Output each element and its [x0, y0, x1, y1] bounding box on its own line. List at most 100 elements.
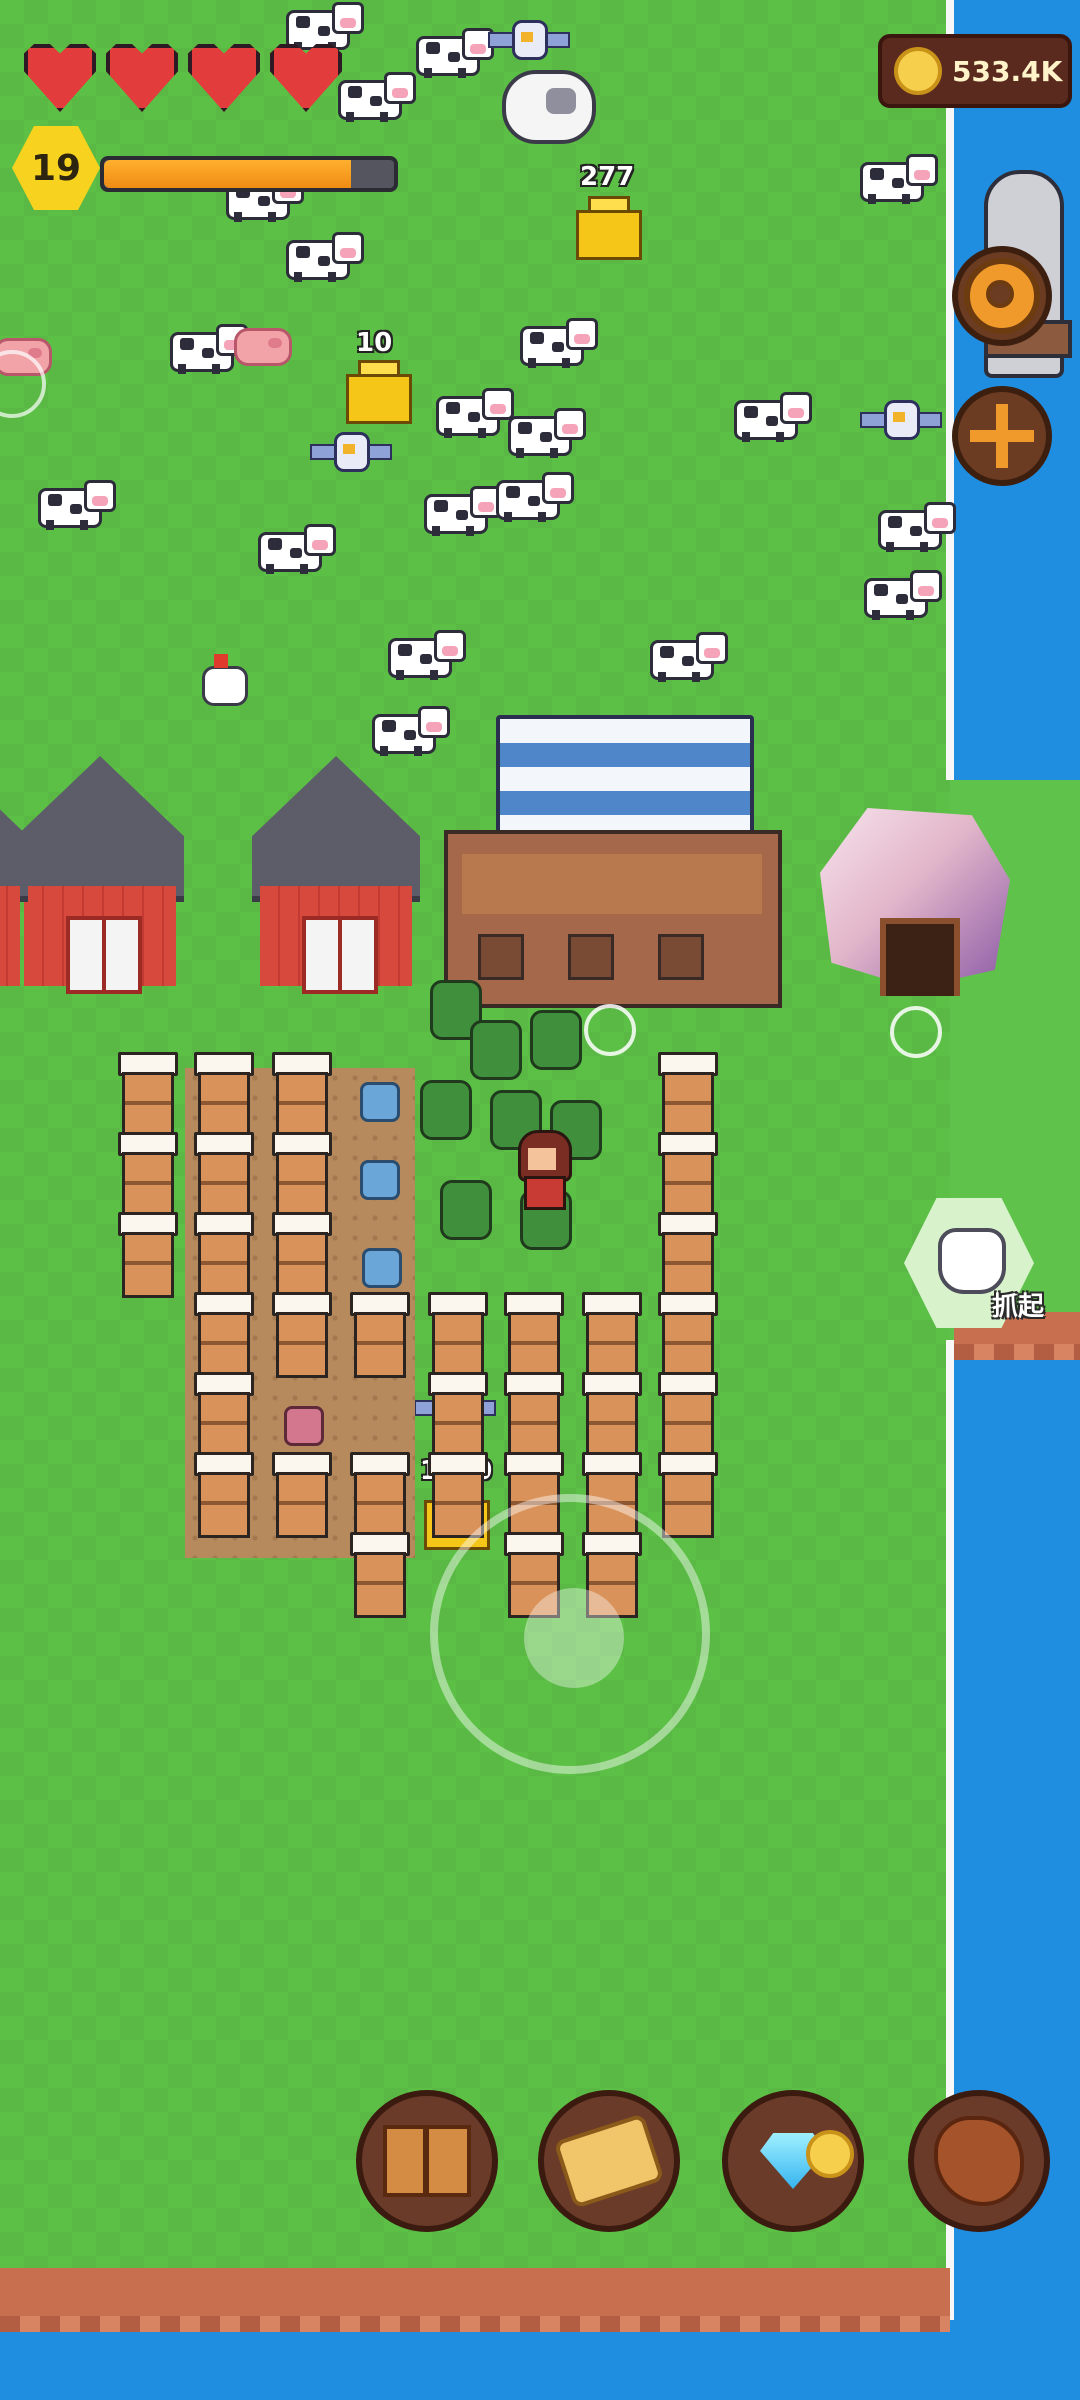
heart-icon: [24, 44, 96, 112]
grab-label: 抓起: [992, 1292, 1045, 1322]
beehive[interactable]: [118, 1052, 178, 1138]
xp-bar-fill: [104, 160, 351, 188]
heart-icon: [106, 44, 178, 112]
gold-drop[interactable]: [346, 360, 412, 424]
beehive[interactable]: [582, 1372, 642, 1458]
mine-entrance[interactable]: [880, 918, 960, 996]
cow[interactable]: [726, 390, 812, 442]
coin-counter[interactable]: 533.4K: [878, 34, 1072, 108]
heart-icon: [270, 44, 342, 112]
barn[interactable]: [0, 756, 28, 986]
cow[interactable]: [250, 522, 336, 574]
beehive[interactable]: [658, 1212, 718, 1298]
beehive[interactable]: [658, 1132, 718, 1218]
hand-icon: [938, 1228, 1006, 1294]
move-mode-button[interactable]: [952, 386, 1052, 486]
beehive[interactable]: [428, 1292, 488, 1378]
coin-icon: [894, 47, 942, 95]
cow[interactable]: [330, 70, 416, 122]
cow[interactable]: [488, 470, 574, 522]
cow[interactable]: [870, 500, 956, 552]
beehive[interactable]: [194, 1212, 254, 1298]
game-world[interactable]: 277 10 1820: [0, 0, 1080, 2400]
health-hearts: [24, 44, 342, 112]
cow[interactable]: [500, 406, 586, 458]
beehive[interactable]: [428, 1372, 488, 1458]
book-button[interactable]: [356, 2090, 498, 2232]
target-ring: [890, 1006, 942, 1058]
beehive[interactable]: [350, 1532, 410, 1618]
crop-plant[interactable]: [362, 1248, 402, 1288]
chicken[interactable]: [196, 652, 248, 708]
coin-amount: 533.4K: [952, 54, 1063, 88]
beehive[interactable]: [194, 1452, 254, 1538]
beehive[interactable]: [272, 1212, 332, 1298]
robot-bird[interactable]: [860, 396, 942, 440]
cow[interactable]: [30, 478, 116, 530]
beehive[interactable]: [582, 1292, 642, 1378]
beehive[interactable]: [658, 1292, 718, 1378]
gear-icon: [964, 258, 1040, 334]
scroll-map-icon: [553, 2113, 665, 2209]
map-scroll-button[interactable]: [538, 2090, 680, 2232]
cow[interactable]: [408, 26, 494, 78]
joystick-knob[interactable]: [524, 1588, 624, 1688]
beehive[interactable]: [272, 1052, 332, 1138]
shoreline-lower: [946, 1340, 954, 2400]
beehive[interactable]: [194, 1052, 254, 1138]
beehive[interactable]: [658, 1052, 718, 1138]
beehive[interactable]: [194, 1292, 254, 1378]
beehive[interactable]: [272, 1132, 332, 1218]
beehive[interactable]: [658, 1372, 718, 1458]
cow[interactable]: [856, 568, 942, 620]
barn[interactable]: [252, 756, 420, 994]
crate: [658, 934, 704, 980]
crop-plant[interactable]: [360, 1160, 400, 1200]
materials-button[interactable]: [908, 2090, 1050, 2232]
player-character[interactable]: [514, 1130, 572, 1210]
pig[interactable]: [234, 320, 292, 366]
xp-bar: [100, 156, 398, 192]
cow[interactable]: [364, 704, 450, 756]
crop-plant[interactable]: [360, 1082, 400, 1122]
shop-button[interactable]: [722, 2090, 864, 2232]
cow[interactable]: [380, 628, 466, 680]
beehive[interactable]: [504, 1372, 564, 1458]
book-icon: [383, 2125, 471, 2197]
cow[interactable]: [512, 316, 598, 368]
cow[interactable]: [416, 484, 502, 536]
beehive[interactable]: [350, 1292, 410, 1378]
drop-count-label: 277: [580, 162, 635, 192]
beehive[interactable]: [118, 1132, 178, 1218]
heart-icon: [188, 44, 260, 112]
robot-bird[interactable]: [488, 16, 570, 60]
beehive[interactable]: [504, 1292, 564, 1378]
cow[interactable]: [162, 322, 248, 374]
beehive[interactable]: [272, 1292, 332, 1378]
virtual-joystick[interactable]: [430, 1494, 710, 1774]
robot-bird[interactable]: [310, 428, 392, 472]
beehive[interactable]: [194, 1372, 254, 1458]
cow[interactable]: [642, 630, 728, 682]
beehive[interactable]: [428, 1452, 488, 1538]
crop-plant[interactable]: [284, 1406, 324, 1446]
cow[interactable]: [428, 386, 514, 438]
beehive[interactable]: [350, 1452, 410, 1538]
coin-icon: [806, 2130, 854, 2178]
settings-button[interactable]: [952, 246, 1052, 346]
crate: [568, 934, 614, 980]
cow[interactable]: [852, 152, 938, 204]
cow[interactable]: [278, 230, 364, 282]
drop-count-label: 10: [356, 328, 393, 358]
sea-bottom: [0, 2320, 1080, 2400]
beehive[interactable]: [194, 1132, 254, 1218]
shoreline: [946, 0, 954, 780]
beehive[interactable]: [272, 1452, 332, 1538]
beehive[interactable]: [658, 1452, 718, 1538]
gold-drop[interactable]: [576, 196, 642, 260]
sheep[interactable]: [502, 70, 596, 144]
beehive[interactable]: [118, 1212, 178, 1298]
barn[interactable]: [16, 756, 184, 994]
level-number: 19: [30, 147, 82, 189]
cliff-edge-bottom: [0, 2268, 950, 2332]
